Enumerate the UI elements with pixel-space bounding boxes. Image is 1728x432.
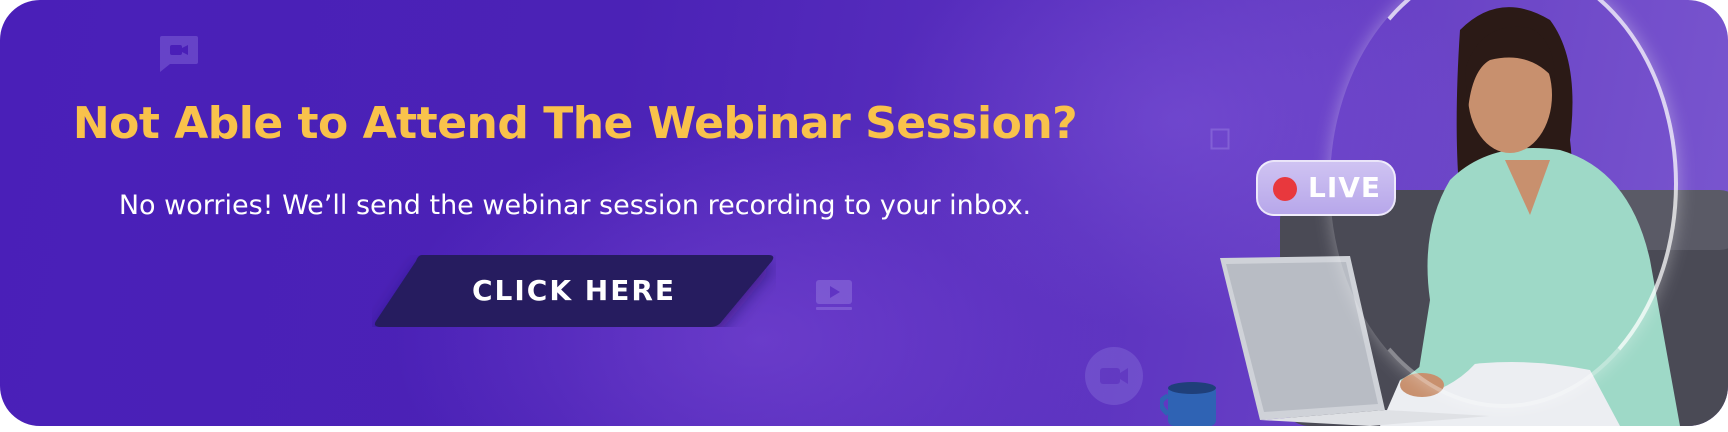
live-dot xyxy=(1273,177,1297,201)
subline: No worries! We’ll send the webinar sessi… xyxy=(118,190,1032,221)
chat-video-icon xyxy=(160,36,198,72)
video-camera-icon xyxy=(1085,347,1143,405)
live-badge: LIVE xyxy=(1256,160,1396,216)
click-here-button[interactable]: CLICK HERE xyxy=(372,255,776,327)
headline: Not Able to Attend The Webinar Session? xyxy=(72,98,1078,149)
webinar-banner: Not Able to Attend The Webinar Session? … xyxy=(0,0,1728,426)
live-label: LIVE xyxy=(1308,171,1382,204)
play-video-icon xyxy=(816,280,852,310)
click-here-label: CLICK HERE xyxy=(471,274,677,307)
